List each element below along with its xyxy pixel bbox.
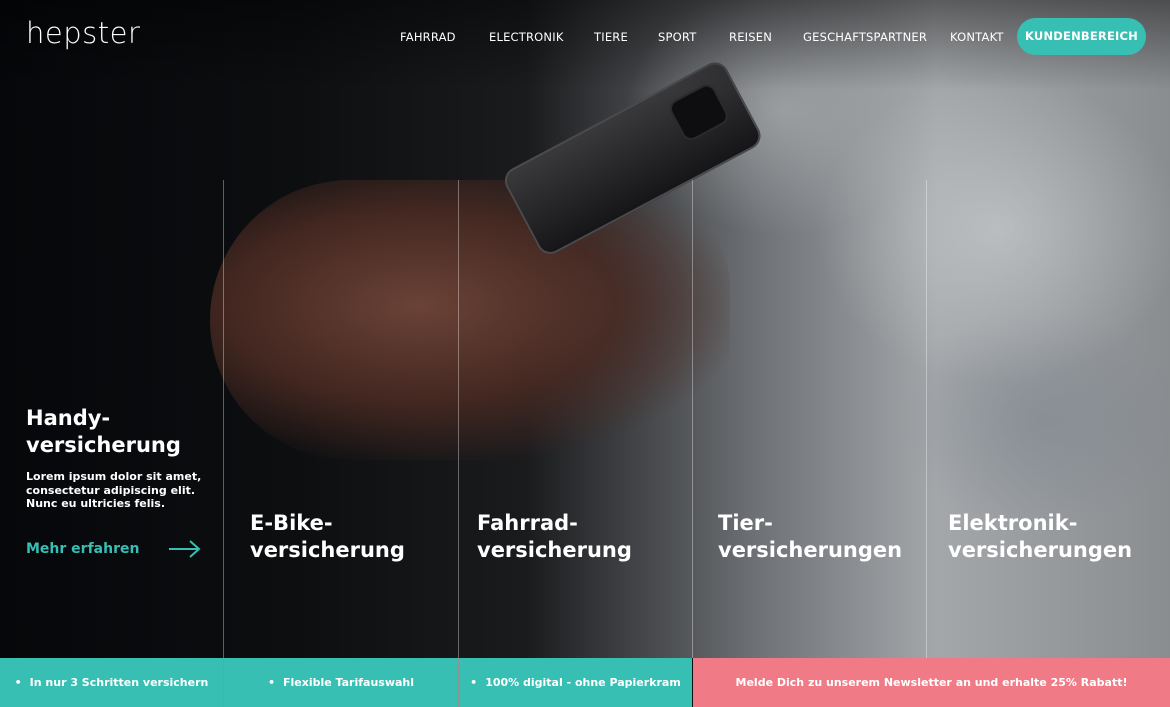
mehr-erfahren-link[interactable]: Mehr erfahren	[26, 536, 206, 562]
bar-divider	[458, 658, 459, 707]
kundenbereich-button[interactable]: KUNDENBEREICH	[1017, 18, 1146, 55]
category-tier[interactable]: Tier- versicherungen	[718, 510, 902, 564]
featured-title-line2: versicherung	[26, 433, 181, 457]
nav-item-reisen[interactable]: REISEN	[729, 18, 772, 56]
column-divider	[926, 180, 927, 658]
bullet-icon: •	[267, 676, 275, 689]
site-header: hepster FAHRRAD ELECTRONIK TIERE SPORT R…	[0, 0, 1170, 74]
feature-item: • In nur 3 Schritten versichern	[0, 658, 223, 707]
feature-bar: • In nur 3 Schritten versichern • Flexible…	[0, 658, 1170, 707]
category-ebike[interactable]: E-Bike- versicherung	[250, 510, 405, 564]
mehr-erfahren-label: Mehr erfahren	[26, 541, 140, 557]
nav-item-geschaftspartner[interactable]: GESCHAFTSPARTNER	[803, 18, 927, 56]
newsletter-banner[interactable]: Melde Dich zu unserem Newsletter an und …	[693, 658, 1170, 707]
category-title-line1: E-Bike-	[250, 511, 333, 535]
category-title-line1: Tier-	[718, 511, 773, 535]
feature-label: In nur 3 Schritten versichern	[29, 676, 209, 689]
hero-background-hand	[210, 180, 730, 460]
bar-divider	[223, 658, 224, 707]
phone-camera	[669, 83, 729, 141]
arrow-right-icon	[169, 540, 201, 558]
feature-item: • Flexible Tarifauswahl	[224, 658, 458, 707]
nav-item-sport[interactable]: SPORT	[658, 18, 696, 56]
hero-section: Handy- versicherung Lorem ipsum dolor si…	[0, 0, 1170, 658]
category-title-line1: Fahrrad-	[477, 511, 578, 535]
nav-item-tiere[interactable]: TIERE	[594, 18, 628, 56]
nav-item-electronik[interactable]: ELECTRONIK	[489, 18, 564, 56]
column-divider	[692, 180, 693, 658]
category-title-line2: versicherungen	[948, 538, 1133, 562]
category-title-line1: Elektronik-	[948, 511, 1078, 535]
featured-description: Lorem ipsum dolor sit amet, consectetur …	[26, 470, 202, 510]
bullet-icon: •	[470, 676, 478, 689]
category-title-line2: versicherung	[250, 538, 405, 562]
featured-title-line1: Handy-	[26, 406, 111, 430]
column-divider	[223, 180, 224, 658]
feature-label: 100% digital - ohne Papierkram	[485, 676, 681, 689]
category-title-line2: versicherung	[477, 538, 632, 562]
hepster-logo[interactable]: hepster	[26, 16, 140, 50]
bullet-icon: •	[14, 676, 22, 689]
feature-label: Flexible Tarifauswahl	[283, 676, 415, 689]
nav-item-fahrrad[interactable]: FAHRRAD	[400, 18, 456, 56]
featured-title[interactable]: Handy- versicherung	[26, 405, 181, 459]
feature-item: • 100% digital - ohne Papierkram	[459, 658, 692, 707]
column-divider	[458, 180, 459, 658]
category-elektronik[interactable]: Elektronik- versicherungen	[948, 510, 1132, 564]
nav-item-kontakt[interactable]: KONTAKT	[950, 18, 1004, 56]
category-fahrrad[interactable]: Fahrrad- versicherung	[477, 510, 632, 564]
category-title-line2: versicherungen	[718, 538, 903, 562]
